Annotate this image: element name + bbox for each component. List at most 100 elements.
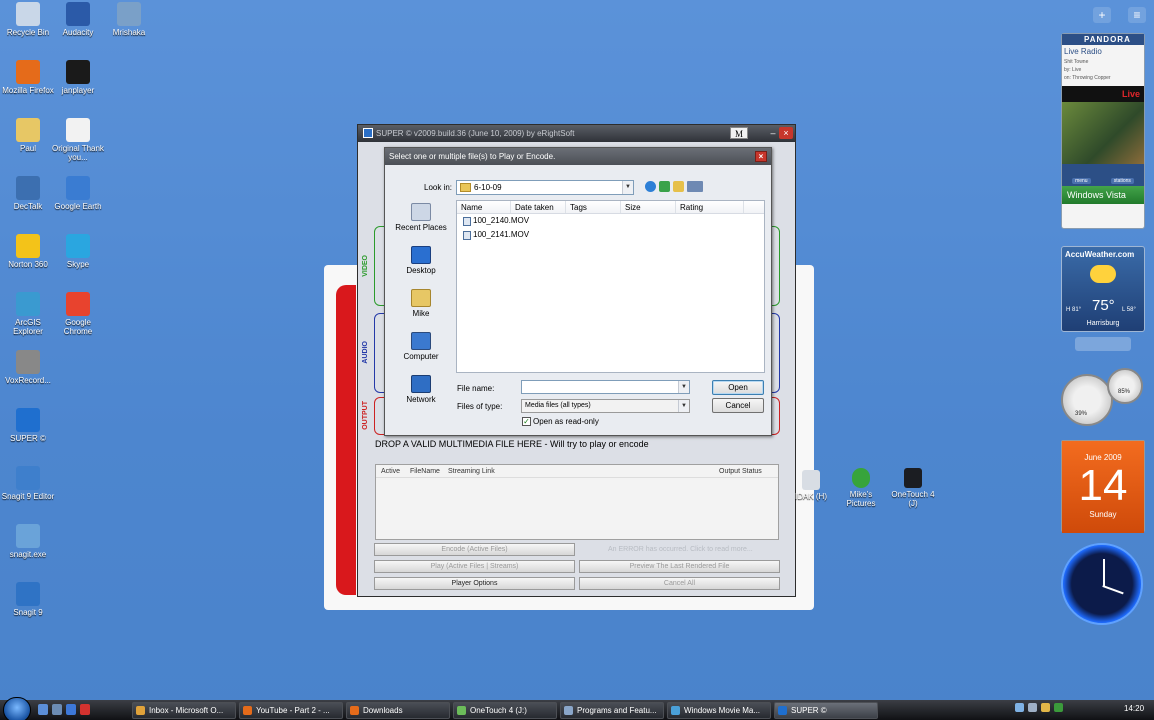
place-computer[interactable]: Computer xyxy=(391,332,451,373)
network-icon[interactable] xyxy=(1015,703,1024,712)
desktop-icon-item[interactable]: Snagit 9 Editor xyxy=(0,466,56,501)
cancel-button[interactable]: Cancel xyxy=(712,398,764,413)
taskbar-button[interactable]: Programs and Featu... xyxy=(560,702,664,719)
col-name[interactable]: Name xyxy=(461,203,482,212)
task-icon xyxy=(243,706,252,715)
place-desktop[interactable]: Desktop xyxy=(391,246,451,287)
desktop-icon-item[interactable]: Norton 360 xyxy=(0,234,56,269)
firefox-icon xyxy=(16,60,40,84)
calendar-gadget[interactable]: June 2009 14 Sunday xyxy=(1061,440,1145,533)
desktop-icon-item[interactable]: Recycle Bin xyxy=(0,2,56,37)
sidebar-menu-button[interactable]: ≡ xyxy=(1128,7,1146,23)
task-icon xyxy=(350,706,359,715)
app-icon[interactable] xyxy=(80,704,90,715)
meter-gadget[interactable]: 39% 85% xyxy=(1061,366,1143,426)
drive-idak[interactable]: IDAK (H) xyxy=(786,470,836,501)
desktop-icon-item[interactable]: snagit.exe xyxy=(0,524,56,559)
chevron-down-icon[interactable]: ▼ xyxy=(678,381,689,393)
desktop-icon-label: Snagit 9 xyxy=(13,608,43,617)
open-button[interactable]: Open xyxy=(712,380,764,395)
col-output-status: Output Status xyxy=(719,468,762,475)
recent-places-icon xyxy=(411,203,431,221)
volume-icon[interactable] xyxy=(1028,703,1037,712)
col-rating[interactable]: Rating xyxy=(680,203,703,212)
desktop-icon-item[interactable]: DecTalk xyxy=(0,176,56,211)
tray-app-icon[interactable] xyxy=(1054,703,1063,712)
desktop-icon-label: Paul xyxy=(19,144,36,153)
desktop-icon-item[interactable]: Original Thank you... xyxy=(50,118,106,162)
super-titlebar[interactable]: SUPER © v2009.build.36 (June 10, 2009) b… xyxy=(358,125,795,142)
back-icon[interactable] xyxy=(645,181,656,192)
close-button[interactable]: × xyxy=(779,127,793,139)
sidebar-add-button[interactable]: + xyxy=(1093,7,1111,23)
place-network[interactable]: Network xyxy=(391,375,451,416)
taskbar-button[interactable]: Inbox - Microsoft O... xyxy=(132,702,236,719)
ie-icon[interactable] xyxy=(66,704,76,715)
player-options-button[interactable]: Player Options xyxy=(374,577,575,590)
desktop-icon-item[interactable]: Paul xyxy=(0,118,56,153)
file-row[interactable]: 100_2141.MOV xyxy=(457,228,764,242)
col-active: Active xyxy=(381,468,401,475)
desktop-icon-item[interactable]: Mrishaka xyxy=(101,2,157,37)
taskbar-button[interactable]: OneTouch 4 (J:) xyxy=(453,702,557,719)
mikes-pictures[interactable]: Mike's Pictures xyxy=(836,468,886,508)
file-list[interactable]: Name Date taken Tags Size Rating 100_214… xyxy=(456,200,765,373)
col-size[interactable]: Size xyxy=(625,203,641,212)
drive-onetouch[interactable]: OneTouch 4 (J) xyxy=(888,468,938,508)
desktop-icon-item[interactable]: Audacity xyxy=(50,2,106,37)
switch-windows-icon[interactable] xyxy=(52,704,62,715)
job-table[interactable]: Active FileName Streaming Link Output St… xyxy=(375,464,779,540)
file-row[interactable]: 100_2140.MOV xyxy=(457,214,764,228)
file-name-input[interactable]: ▼ xyxy=(521,380,690,394)
clock-gadget[interactable] xyxy=(1061,543,1143,625)
file-type-label: Files of type: xyxy=(457,402,503,411)
start-button[interactable] xyxy=(3,697,31,720)
taskbar-button[interactable]: Downloads xyxy=(346,702,450,719)
m-button[interactable]: M xyxy=(730,127,748,139)
weather-gadget[interactable]: AccuWeather.com 75° H 81° L 58° Harrisbu… xyxy=(1061,246,1145,332)
tray-app-icon[interactable] xyxy=(1041,703,1050,712)
drop-zone-text[interactable]: DROP A VALID MULTIMEDIA FILE HERE - Will… xyxy=(375,439,649,449)
desktop-icon-label: Audacity xyxy=(62,28,94,37)
encode-button[interactable]: Encode (Active Files) xyxy=(374,543,575,556)
taskbar-button[interactable]: SUPER © xyxy=(774,702,878,719)
read-only-checkbox[interactable]: ✓ Open as read-only xyxy=(522,417,599,427)
checkbox-box[interactable]: ✓ xyxy=(522,417,531,427)
desktop-icon-item[interactable]: Skype xyxy=(50,234,106,269)
pandora-menu-button[interactable]: menu xyxy=(1072,178,1091,184)
dialog-titlebar[interactable]: Select one or multiple file(s) to Play o… xyxy=(385,148,771,165)
super-app-icon xyxy=(363,128,373,138)
taskbar-button[interactable]: YouTube - Part 2 - ... xyxy=(239,702,343,719)
play-button[interactable]: Play (Active Files | Streams) xyxy=(374,560,575,573)
look-in-combo[interactable]: 6-10-09 ▼ xyxy=(456,180,634,195)
new-folder-icon[interactable] xyxy=(673,181,684,192)
up-folder-icon[interactable] xyxy=(659,181,670,192)
col-tags[interactable]: Tags xyxy=(570,203,587,212)
chevron-down-icon[interactable]: ▼ xyxy=(678,400,689,412)
desktop-icon-item[interactable]: Mozilla Firefox xyxy=(0,60,56,95)
desktop-icon-item[interactable]: VoxRecord... xyxy=(0,350,56,385)
cancel-all-button[interactable]: Cancel All xyxy=(579,577,780,590)
desktop-icon-item[interactable]: janplayer xyxy=(50,60,106,95)
desktop-icon-item[interactable]: ArcGIS Explorer xyxy=(0,292,56,336)
place-mike[interactable]: Mike xyxy=(391,289,451,330)
chevron-down-icon[interactable]: ▼ xyxy=(622,181,633,194)
desktop-icon-item[interactable]: SUPER © xyxy=(0,408,56,443)
desktop-icon-item[interactable]: Google Chrome xyxy=(50,292,106,336)
place-recent[interactable]: Recent Places xyxy=(391,203,451,244)
taskbar-button[interactable]: Windows Movie Ma... xyxy=(667,702,771,719)
view-menu-icon[interactable] xyxy=(687,181,703,192)
error-link[interactable]: An ERROR has occurred. Click to read mor… xyxy=(608,546,753,553)
show-desktop-icon[interactable] xyxy=(38,704,48,715)
pandora-stations-button[interactable]: stations xyxy=(1110,178,1134,184)
pandora-gadget[interactable]: PANDORA Live Radio Shit Towne by: Live o… xyxy=(1061,33,1145,229)
preview-button[interactable]: Preview The Last Rendered File xyxy=(579,560,780,573)
file-type-select[interactable]: Media files (all types) ▼ xyxy=(521,399,690,413)
taskbar-clock[interactable]: 14:20 xyxy=(1124,704,1144,713)
gadget-toolbar[interactable] xyxy=(1075,337,1131,351)
desktop-icon-item[interactable]: Google Earth xyxy=(50,176,106,211)
minimize-button[interactable]: – xyxy=(766,127,780,139)
col-date-taken[interactable]: Date taken xyxy=(515,203,554,212)
desktop-icon-item[interactable]: Snagit 9 xyxy=(0,582,56,617)
dialog-close-button[interactable]: × xyxy=(755,151,767,162)
